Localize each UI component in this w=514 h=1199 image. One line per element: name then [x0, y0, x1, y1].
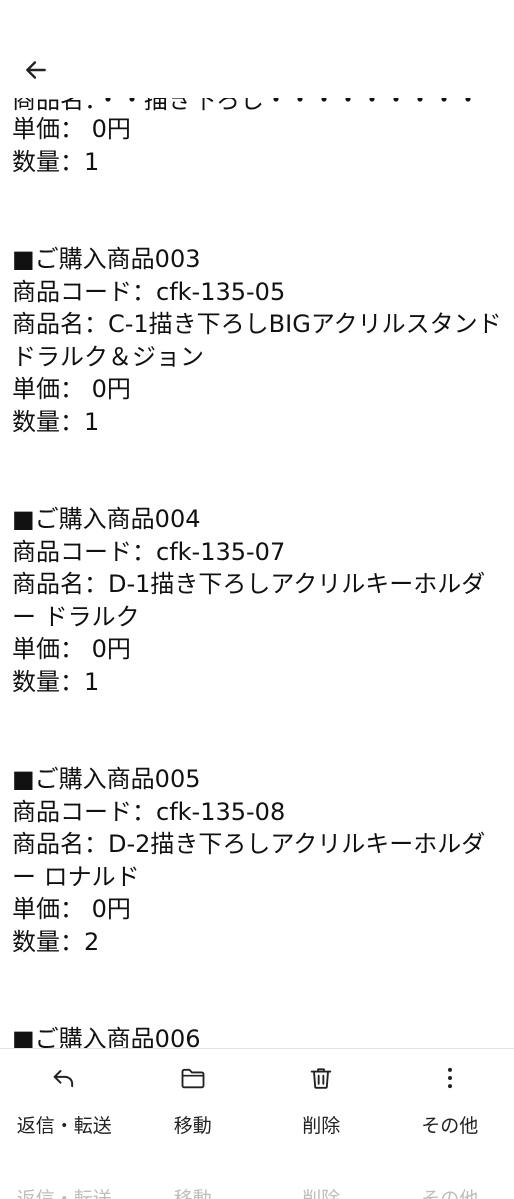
unit-price: 単価： 0円	[12, 895, 131, 923]
reply-forward-button[interactable]: 返信・転送	[0, 1049, 128, 1149]
item-code: 商品コード：cfk-135-07	[12, 537, 286, 566]
delete-button[interactable]: 削除	[257, 1049, 385, 1149]
item-heading: ■ご購入商品003	[12, 245, 201, 273]
mail-detail-screen: 商品名：・・描き下ろし・・・・・・・・・ 単価： 0円 数量：1 ■ご購入商品0…	[0, 0, 514, 1199]
item-heading: ■ご購入商品005	[12, 765, 201, 793]
bottom-action-bar: 返信・転送 移動 削除 その他	[0, 1048, 514, 1149]
more-button[interactable]: その他	[386, 1049, 514, 1149]
unit-price: 単価： 0円	[12, 375, 131, 403]
item-code: 商品コード：cfk-135-05	[12, 277, 286, 306]
ghost-action-strip: 返信・転送 移動 削除 その他	[0, 1148, 514, 1199]
top-app-bar	[0, 0, 514, 98]
mail-body: 単価： 0円 数量：1 ■ご購入商品003 商品コード：cfk-135-05 商…	[12, 113, 506, 1056]
ghost-reply-label: 返信・転送	[16, 1188, 112, 1199]
item-code: 商品コード：cfk-135-08	[12, 797, 286, 826]
quantity: 数量：1	[12, 407, 100, 436]
ghost-delete-label: 削除	[302, 1188, 341, 1199]
move-label: 移動	[173, 1115, 212, 1137]
reply-icon	[49, 1063, 79, 1093]
quantity: 数量：1	[12, 667, 100, 696]
more-vertical-icon	[435, 1063, 465, 1093]
unit-price: 単価： 0円	[12, 115, 131, 143]
move-button[interactable]: 移動	[129, 1049, 257, 1149]
reply-forward-label: 返信・転送	[16, 1115, 112, 1137]
ghost-more-label: その他	[421, 1188, 479, 1199]
more-label: その他	[421, 1115, 479, 1137]
back-button[interactable]	[14, 48, 58, 92]
quantity: 数量：2	[12, 927, 100, 956]
trash-icon	[306, 1063, 336, 1093]
delete-label: 削除	[302, 1115, 341, 1137]
item-name: 商品名：D-2描き下ろしアクリルキーホルダー ロナルド	[12, 830, 486, 891]
item-heading: ■ご購入商品004	[12, 505, 201, 533]
folder-icon	[178, 1063, 208, 1093]
quantity: 数量：1	[12, 147, 100, 176]
arrow-left-icon	[26, 61, 46, 79]
item-name: 商品名：D-1描き下ろしアクリルキーホルダー ドラルク	[12, 570, 486, 631]
unit-price: 単価： 0円	[12, 635, 131, 663]
item-name: 商品名：C-1描き下ろしBIGアクリルスタンド ドラルク＆ジョン	[12, 310, 502, 371]
ghost-move-label: 移動	[173, 1188, 212, 1199]
